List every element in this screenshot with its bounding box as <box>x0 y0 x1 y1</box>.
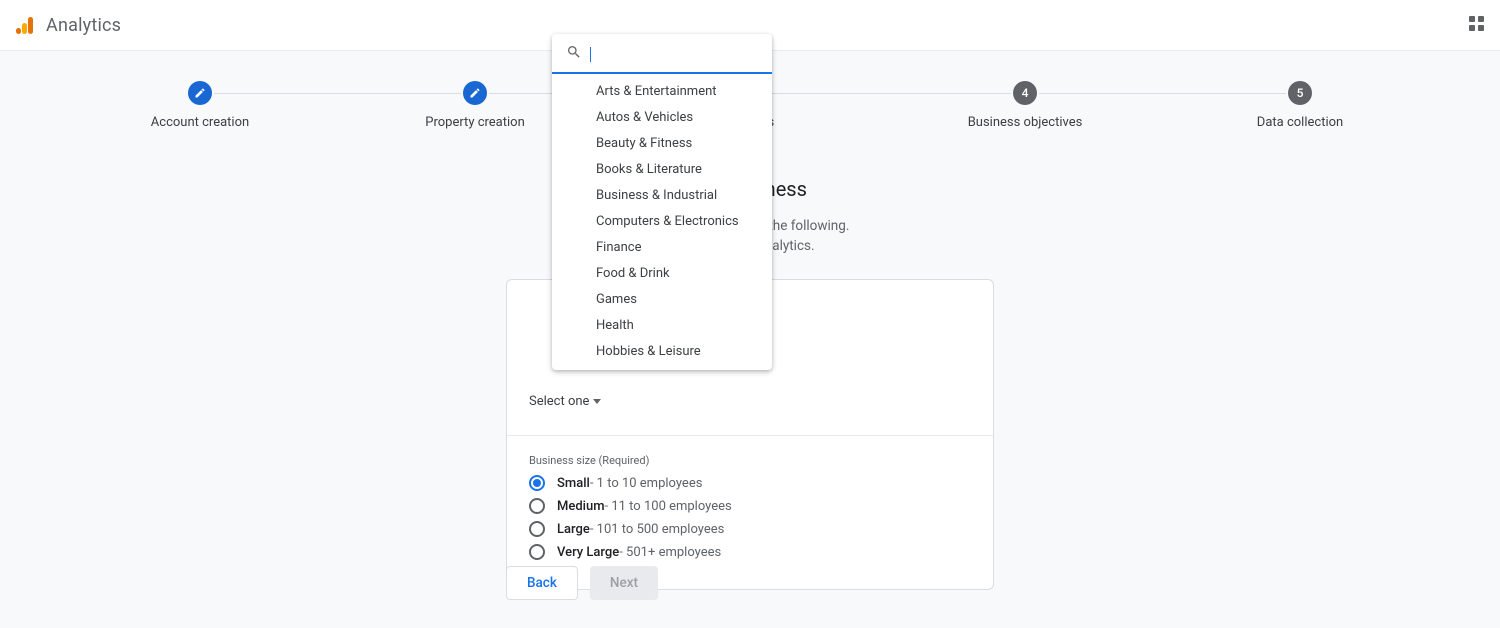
next-button[interactable]: Next <box>590 566 658 600</box>
option-description: - 11 to 100 employees <box>605 499 732 514</box>
dropdown-search-row <box>552 34 772 74</box>
option-description: - 501+ employees <box>619 545 721 560</box>
text-cursor <box>590 47 591 62</box>
dropdown-option[interactable]: Food & Drink <box>552 260 772 286</box>
dropdown-option[interactable]: Computers & Electronics <box>552 208 772 234</box>
dropdown-option[interactable]: Games <box>552 286 772 312</box>
radio-icon <box>529 544 545 560</box>
business-size-option[interactable]: Large - 101 to 500 employees <box>529 521 971 537</box>
business-size-label: Business size (Required) <box>529 454 971 467</box>
select-value: Select one <box>529 394 589 409</box>
radio-icon <box>529 521 545 537</box>
dropdown-option[interactable]: Arts & Entertainment <box>552 78 772 104</box>
option-description: - 101 to 500 employees <box>590 522 725 537</box>
step-label: Data collection <box>1163 115 1438 130</box>
chevron-down-icon <box>593 399 601 404</box>
dropdown-option[interactable]: Business & Industrial <box>552 182 772 208</box>
back-button[interactable]: Back <box>506 566 578 600</box>
option-label: Medium <box>557 499 605 514</box>
industry-category-select[interactable]: Select one <box>529 394 601 409</box>
step-number-icon: 5 <box>1288 81 1312 105</box>
dropdown-option[interactable]: Books & Literature <box>552 156 772 182</box>
business-size-option[interactable]: Medium - 11 to 100 employees <box>529 498 971 514</box>
radio-icon <box>529 475 545 491</box>
analytics-logo <box>16 17 34 34</box>
step-label: Business objectives <box>888 115 1163 130</box>
business-size-option[interactable]: Very Large - 501+ employees <box>529 544 971 560</box>
step-data-collection: 5 Data collection <box>1163 81 1438 130</box>
dropdown-option[interactable]: Health <box>552 312 772 338</box>
dropdown-option[interactable]: Beauty & Fitness <box>552 130 772 156</box>
option-label: Large <box>557 522 590 537</box>
step-business-objectives: 4 Business objectives <box>888 81 1163 130</box>
option-label: Very Large <box>557 545 619 560</box>
radio-icon <box>529 498 545 514</box>
business-size-section: Business size (Required) Small - 1 to 10… <box>507 435 993 560</box>
dropdown-option-list[interactable]: Arts & EntertainmentAutos & VehiclesBeau… <box>552 74 772 370</box>
step-number-icon: 4 <box>1013 81 1037 105</box>
industry-category-dropdown[interactable]: Arts & EntertainmentAutos & VehiclesBeau… <box>552 34 772 370</box>
dropdown-option[interactable]: Finance <box>552 234 772 260</box>
option-label: Small <box>557 476 590 491</box>
dropdown-option[interactable]: Home & Garden <box>552 364 772 370</box>
business-size-option[interactable]: Small - 1 to 10 employees <box>529 475 971 491</box>
dropdown-option[interactable]: Hobbies & Leisure <box>552 338 772 364</box>
pencil-icon <box>463 81 487 105</box>
wizard-buttons: Back Next <box>506 566 994 600</box>
dropdown-option[interactable]: Autos & Vehicles <box>552 104 772 130</box>
search-icon <box>566 44 582 64</box>
apps-launcher-icon[interactable] <box>1469 16 1484 31</box>
app-title: Analytics <box>46 15 121 36</box>
dropdown-search-input[interactable] <box>599 47 758 62</box>
pencil-icon <box>188 81 212 105</box>
step-account-creation[interactable]: Account creation <box>63 81 338 130</box>
option-description: - 1 to 10 employees <box>590 476 703 491</box>
step-label: Account creation <box>63 115 338 130</box>
